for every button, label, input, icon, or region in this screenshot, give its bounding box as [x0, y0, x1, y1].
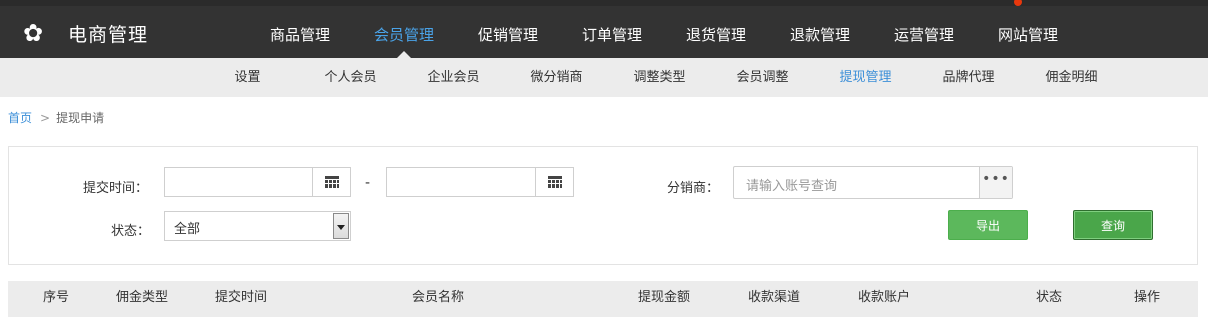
- column-header-amount: 提现金额: [638, 290, 691, 305]
- filter-panel: 提交时间： - 分销商： 请输入账号查询 ••• 状态： 全部 导出 查询: [8, 146, 1198, 265]
- distributor-label: 分销商：: [667, 181, 720, 196]
- query-button[interactable]: 查询: [1073, 210, 1153, 240]
- main-nav-item-products[interactable]: 商品管理: [248, 6, 352, 58]
- sub-nav-item-member-adjust[interactable]: 会员调整: [711, 58, 814, 98]
- app-header: ✿ 电商管理 商品管理 会员管理 促销管理 订单管理 退货管理 退款管理 运营管…: [0, 6, 1208, 58]
- calendar-icon: [548, 176, 562, 188]
- calendar-icon: [325, 176, 339, 188]
- main-nav: 商品管理 会员管理 促销管理 订单管理 退货管理 退款管理 运营管理 网站管理: [248, 6, 1080, 58]
- date-range-dash: -: [365, 175, 371, 191]
- submit-time-label: 提交时间：: [83, 181, 149, 196]
- sub-nav-item-personal-members[interactable]: 个人会员: [299, 58, 402, 98]
- column-header-actions: 操作: [1134, 290, 1161, 305]
- main-nav-item-promotions[interactable]: 促销管理: [456, 6, 560, 58]
- sub-nav-item-commission-details[interactable]: 佣金明细: [1020, 58, 1123, 98]
- column-header-payment-channel: 收款渠道: [748, 290, 801, 305]
- sub-nav-item-adjust-types[interactable]: 调整类型: [608, 58, 711, 98]
- sub-nav-item-enterprise-members[interactable]: 企业会员: [402, 58, 505, 98]
- start-date-input[interactable]: [164, 167, 351, 197]
- sub-nav-item-brand-agents[interactable]: 品牌代理: [917, 58, 1020, 98]
- main-nav-item-orders[interactable]: 订单管理: [560, 6, 664, 58]
- breadcrumb-home-link[interactable]: 首页: [8, 111, 32, 125]
- status-select[interactable]: 全部: [164, 211, 351, 241]
- sub-nav-item-micro-distributors[interactable]: 微分销商: [505, 58, 608, 98]
- distributor-search-input[interactable]: 请输入账号查询 •••: [733, 166, 1013, 199]
- end-date-calendar-button[interactable]: [535, 168, 573, 196]
- column-header-member-name: 会员名称: [412, 290, 465, 305]
- status-selected-value: 全部: [174, 222, 201, 237]
- main-nav-item-refunds[interactable]: 退款管理: [768, 6, 872, 58]
- export-button[interactable]: 导出: [948, 210, 1028, 240]
- column-header-commission-type: 佣金类型: [116, 290, 169, 305]
- column-header-payment-account: 收款账户: [858, 290, 911, 305]
- column-header-index: 序号: [43, 290, 70, 305]
- table-header: 序号 佣金类型 提交时间 会员名称 提现金额 收款渠道 收款账户 状态 操作: [8, 281, 1198, 317]
- sub-nav: 设置 个人会员 企业会员 微分销商 调整类型 会员调整 提现管理 品牌代理 佣金…: [0, 58, 1208, 97]
- end-date-input[interactable]: [386, 167, 574, 197]
- sub-nav-item-withdrawals[interactable]: 提现管理: [814, 58, 917, 98]
- main-nav-item-operations[interactable]: 运营管理: [872, 6, 976, 58]
- breadcrumb: 首页 > 提现申请: [8, 109, 104, 126]
- start-date-calendar-button[interactable]: [312, 168, 350, 196]
- main-nav-item-returns[interactable]: 退货管理: [664, 6, 768, 58]
- more-options-button[interactable]: •••: [979, 167, 1012, 198]
- status-label: 状态：: [111, 224, 151, 239]
- main-nav-item-members[interactable]: 会员管理: [352, 6, 456, 58]
- main-nav-item-website[interactable]: 网站管理: [976, 6, 1080, 58]
- distributor-placeholder: 请输入账号查询: [746, 179, 838, 194]
- flower-logo-icon: ✿: [22, 19, 44, 47]
- column-header-submit-time: 提交时间: [215, 290, 268, 305]
- breadcrumb-separator: >: [40, 111, 51, 125]
- column-header-status: 状态: [1036, 290, 1063, 305]
- app-title: 电商管理: [68, 24, 149, 46]
- breadcrumb-current: 提现申请: [56, 111, 105, 125]
- chevron-down-icon[interactable]: [333, 213, 349, 239]
- sub-nav-item-settings[interactable]: 设置: [196, 58, 299, 98]
